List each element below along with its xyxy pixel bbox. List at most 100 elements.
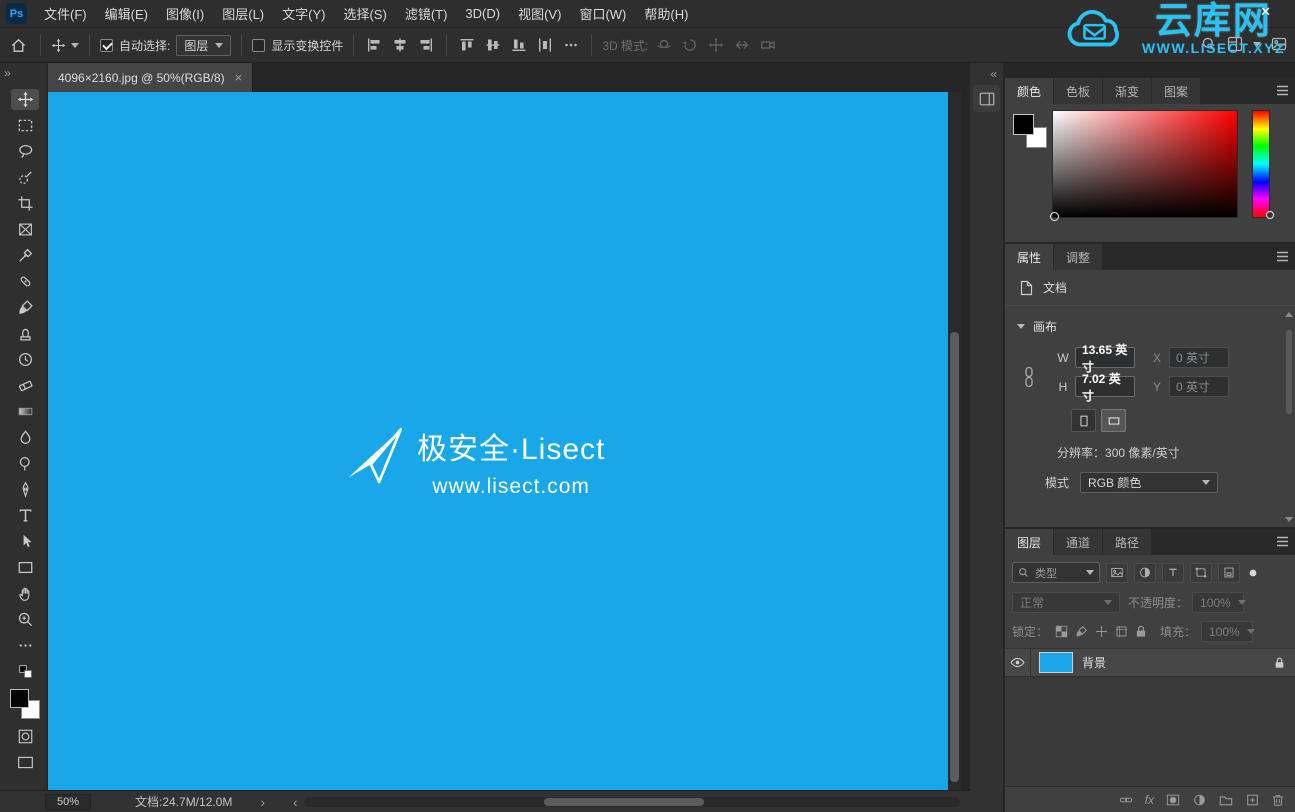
tab-color[interactable]: 颜色 xyxy=(1005,78,1055,104)
lock-artboard-icon[interactable] xyxy=(1115,625,1128,638)
foreground-color-swatch[interactable] xyxy=(1013,114,1034,135)
filter-type-layers-button[interactable] xyxy=(1162,562,1184,583)
panel-scrollbar[interactable] xyxy=(1285,304,1293,524)
frame-tool[interactable] xyxy=(11,219,39,240)
menu-3d[interactable]: 3D(D) xyxy=(456,0,509,28)
filter-smart-objects-button[interactable] xyxy=(1218,562,1240,583)
new-layer-icon[interactable] xyxy=(1245,793,1260,807)
tab-layers[interactable]: 图层 xyxy=(1005,529,1055,555)
link-layers-icon[interactable] xyxy=(1118,793,1134,807)
auto-select-dropdown[interactable]: 图层 xyxy=(176,34,232,56)
workspace-switcher-icon[interactable] xyxy=(1227,36,1243,52)
tab-properties[interactable]: 属性 xyxy=(1005,244,1055,270)
landscape-orientation-button[interactable] xyxy=(1101,409,1126,432)
scroll-left-icon[interactable]: ‹ xyxy=(293,794,298,810)
canvas-section-header[interactable]: 画布 xyxy=(1005,306,1295,339)
path-selection-tool[interactable] xyxy=(11,531,39,552)
y-field[interactable]: 0 英寸 xyxy=(1169,376,1229,397)
quick-selection-tool[interactable] xyxy=(11,167,39,188)
collapsed-panel-button[interactable] xyxy=(973,85,1000,112)
zoom-level-field[interactable]: 50% xyxy=(45,793,91,810)
add-layer-mask-icon[interactable] xyxy=(1165,793,1181,807)
layer-filter-type-dropdown[interactable]: 类型 xyxy=(1012,562,1100,583)
new-adjustment-layer-icon[interactable] xyxy=(1192,793,1207,807)
status-flyout-icon[interactable]: › xyxy=(260,794,265,810)
hue-slider[interactable] xyxy=(1252,110,1274,219)
filter-toggle-icon[interactable] xyxy=(1248,568,1258,578)
search-icon[interactable] xyxy=(1201,36,1217,52)
scroll-down-icon[interactable] xyxy=(1285,517,1293,522)
width-field[interactable]: 13.65 英寸 xyxy=(1075,343,1135,374)
menu-file[interactable]: 文件(F) xyxy=(35,0,96,28)
hand-tool[interactable] xyxy=(11,583,39,604)
menu-window[interactable]: 窗口(W) xyxy=(570,0,635,28)
move-tool[interactable] xyxy=(11,89,39,110)
zoom-tool[interactable] xyxy=(11,609,39,630)
panel-menu-button[interactable] xyxy=(1276,251,1289,262)
distribute-button[interactable] xyxy=(535,35,555,55)
clone-stamp-tool[interactable] xyxy=(11,323,39,344)
chevron-down-icon[interactable] xyxy=(1253,41,1261,47)
toolbar-collapse-button[interactable]: » xyxy=(4,66,11,80)
filter-adjustment-layers-button[interactable] xyxy=(1134,562,1156,583)
fill-dropdown[interactable]: 100% xyxy=(1201,621,1255,642)
menu-layer[interactable]: 图层(L) xyxy=(213,0,273,28)
foreground-color-swatch[interactable] xyxy=(10,689,29,708)
color-picker-cursor[interactable] xyxy=(1050,212,1059,221)
align-top-button[interactable] xyxy=(457,35,477,55)
lock-transparency-icon[interactable] xyxy=(1055,625,1068,638)
menu-type[interactable]: 文字(Y) xyxy=(273,0,334,28)
marquee-tool[interactable] xyxy=(11,115,39,136)
height-field[interactable]: 7.02 英寸 xyxy=(1075,372,1135,403)
home-button[interactable] xyxy=(6,33,30,57)
horizontal-scrollbar-thumb[interactable] xyxy=(543,797,704,806)
tab-paths[interactable]: 路径 xyxy=(1103,529,1153,555)
filter-shape-layers-button[interactable] xyxy=(1190,562,1212,583)
foreground-background-swatch[interactable] xyxy=(10,689,40,719)
default-colors-button[interactable] xyxy=(11,661,39,682)
layer-thumbnail[interactable] xyxy=(1039,652,1073,673)
menu-view[interactable]: 视图(V) xyxy=(509,0,570,28)
blur-tool[interactable] xyxy=(11,427,39,448)
document-tab[interactable]: 4096×2160.jpg @ 50%(RGB/8) × xyxy=(48,63,254,92)
lock-all-icon[interactable] xyxy=(1135,625,1147,638)
lasso-tool[interactable] xyxy=(11,141,39,162)
menu-select[interactable]: 选择(S) xyxy=(334,0,395,28)
panel-scrollbar-thumb[interactable] xyxy=(1286,330,1292,414)
blend-mode-dropdown[interactable]: 正常 xyxy=(1012,592,1120,613)
current-tool-button[interactable] xyxy=(51,33,79,57)
canvas[interactable]: 极安全·Lisect www.lisect.com xyxy=(48,92,948,790)
healing-brush-tool[interactable] xyxy=(11,271,39,292)
lock-position-icon[interactable] xyxy=(1095,625,1108,638)
delete-layer-icon[interactable] xyxy=(1271,793,1285,807)
x-field[interactable]: 0 英寸 xyxy=(1169,347,1229,368)
layer-row-background[interactable]: 背景 xyxy=(1005,649,1295,677)
align-center-h-button[interactable] xyxy=(390,35,410,55)
history-brush-tool[interactable] xyxy=(11,349,39,370)
scroll-up-icon[interactable] xyxy=(1285,312,1293,317)
align-right-button[interactable] xyxy=(416,35,436,55)
dodge-tool[interactable] xyxy=(11,453,39,474)
vertical-scrollbar-thumb[interactable] xyxy=(950,332,959,782)
panels-collapse-button[interactable]: « xyxy=(990,67,997,81)
menu-filter[interactable]: 滤镜(T) xyxy=(396,0,457,28)
quick-mask-button[interactable] xyxy=(11,726,39,747)
tab-close-icon[interactable]: × xyxy=(235,70,243,85)
crop-tool[interactable] xyxy=(11,193,39,214)
rectangle-tool[interactable] xyxy=(11,557,39,578)
color-mode-dropdown[interactable]: RGB 颜色 xyxy=(1080,472,1219,493)
tab-gradients[interactable]: 渐变 xyxy=(1103,78,1153,104)
share-image-icon[interactable] xyxy=(1271,36,1287,52)
eyedropper-tool[interactable] xyxy=(11,245,39,266)
eraser-tool[interactable] xyxy=(11,375,39,396)
tab-adjustments[interactable]: 调整 xyxy=(1054,244,1104,270)
align-bottom-button[interactable] xyxy=(509,35,529,55)
pen-tool[interactable] xyxy=(11,479,39,500)
lock-paint-icon[interactable] xyxy=(1075,625,1088,638)
layer-style-icon[interactable]: fx xyxy=(1145,793,1154,807)
menu-help[interactable]: 帮助(H) xyxy=(635,0,697,28)
type-tool[interactable] xyxy=(11,505,39,526)
panel-menu-button[interactable] xyxy=(1276,85,1289,96)
panel-menu-button[interactable] xyxy=(1276,536,1289,547)
edit-toolbar-button[interactable] xyxy=(11,635,39,656)
